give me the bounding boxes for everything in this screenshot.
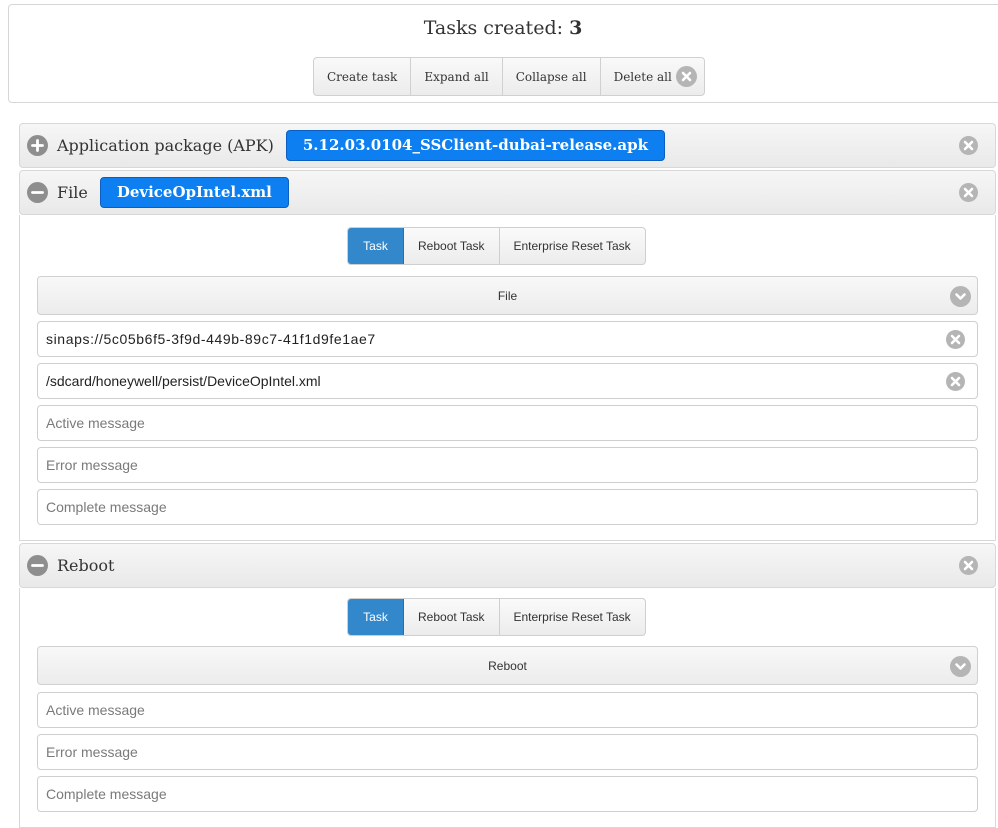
complete-message-input[interactable] (46, 499, 926, 515)
error-message-input[interactable] (46, 457, 926, 473)
close-icon[interactable] (959, 183, 978, 202)
collapse-all-button[interactable]: Collapse all (503, 58, 601, 95)
expand-all-label: Expand all (424, 69, 489, 84)
minus-circle-icon[interactable] (27, 182, 48, 203)
task-type-select[interactable]: File (37, 276, 978, 315)
chevron-down-icon (950, 656, 971, 677)
error-message-input[interactable] (46, 744, 926, 760)
tasks-header-panel: Tasks created: 3 Create task Expand all … (8, 4, 998, 103)
plus-circle-icon[interactable] (27, 135, 48, 156)
active-message-field[interactable] (37, 405, 978, 441)
active-message-input[interactable] (46, 702, 926, 718)
source-uri-field[interactable] (37, 321, 978, 357)
tab-reboot-task[interactable]: Reboot Task (404, 599, 500, 635)
active-message-input[interactable] (46, 415, 926, 431)
active-message-field[interactable] (37, 692, 978, 728)
tab-task[interactable]: Task (348, 228, 404, 264)
tab-task[interactable]: Task (348, 599, 404, 635)
create-task-label: Create task (327, 69, 398, 84)
task-title: Reboot (57, 556, 115, 575)
task-type-selected: File (497, 288, 518, 303)
chevron-down-icon (950, 286, 971, 307)
create-task-button[interactable]: Create task (314, 58, 412, 95)
tasks-created-count: 3 (569, 17, 583, 39)
close-icon (675, 66, 697, 87)
tasks-created-heading: Tasks created: 3 (9, 17, 997, 39)
complete-message-field[interactable] (37, 776, 978, 812)
task-header-apk[interactable]: Application package (APK) 5.12.03.0104_S… (19, 123, 996, 168)
task-actions-toolbar: Create task Expand all Collapse all Dele… (313, 57, 705, 96)
task-type-select[interactable]: Reboot (37, 646, 978, 685)
task-title: Application package (APK) (57, 136, 274, 155)
task-header-reboot[interactable]: Reboot (19, 543, 996, 588)
destination-path-field[interactable] (37, 363, 978, 399)
close-icon[interactable] (959, 556, 978, 575)
tab-enterprise-reset-task[interactable]: Enterprise Reset Task (500, 228, 645, 264)
clear-icon[interactable] (946, 372, 965, 391)
task-title: File (57, 183, 88, 202)
task-chip: DeviceOpIntel.xml (99, 177, 289, 208)
source-uri-input[interactable] (46, 331, 926, 347)
task-type-tabs: Task Reboot Task Enterprise Reset Task (347, 598, 646, 636)
task-type-selected: Reboot (488, 658, 527, 673)
delete-all-label: Delete all (613, 69, 672, 84)
tasks-created-label: Tasks created: (423, 17, 564, 39)
task-type-tabs: Task Reboot Task Enterprise Reset Task (347, 227, 646, 265)
tab-reboot-task[interactable]: Reboot Task (404, 228, 500, 264)
collapse-all-label: Collapse all (515, 69, 587, 84)
error-message-field[interactable] (37, 734, 978, 770)
error-message-field[interactable] (37, 447, 978, 483)
complete-message-input[interactable] (46, 786, 926, 802)
expand-all-button[interactable]: Expand all (411, 58, 503, 95)
close-icon[interactable] (959, 136, 978, 155)
delete-all-button[interactable]: Delete all (601, 58, 704, 95)
tab-enterprise-reset-task[interactable]: Enterprise Reset Task (500, 599, 645, 635)
destination-path-input[interactable] (46, 373, 926, 389)
minus-circle-icon[interactable] (27, 555, 48, 576)
complete-message-field[interactable] (37, 489, 978, 525)
clear-icon[interactable] (946, 330, 965, 349)
task-header-file[interactable]: File DeviceOpIntel.xml (19, 170, 996, 215)
task-chip: 5.12.03.0104_SSClient-dubai-release.apk (285, 130, 665, 161)
